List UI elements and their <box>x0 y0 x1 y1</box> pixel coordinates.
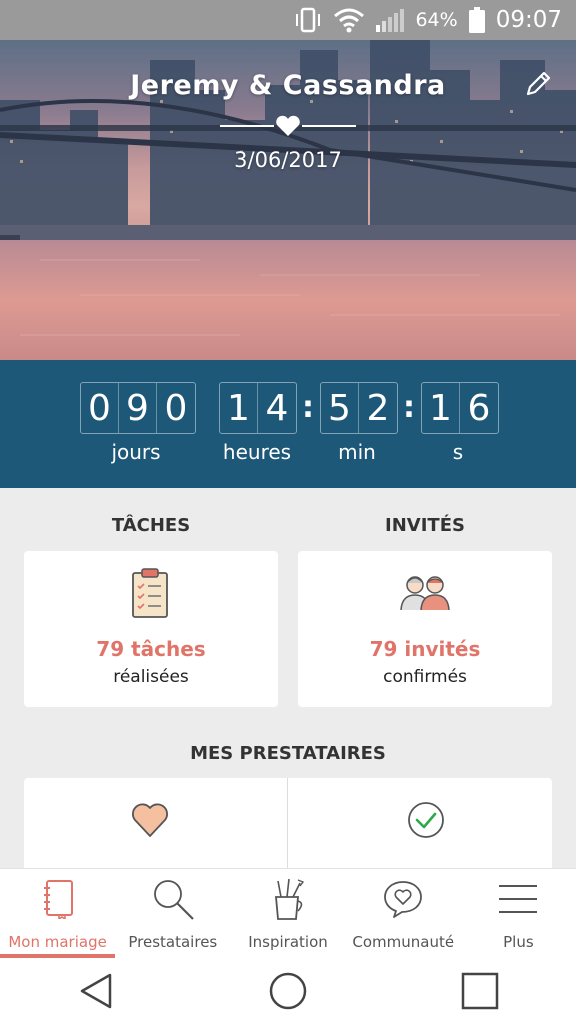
back-icon[interactable] <box>76 971 116 1011</box>
seconds-digits: 1 6 <box>421 382 499 434</box>
guests-card[interactable]: 79 invités confirmés <box>298 551 552 707</box>
guests-label: confirmés <box>383 667 467 687</box>
clipboard-checklist-icon <box>132 568 168 618</box>
menu-icon <box>499 885 538 913</box>
system-navigation-bar <box>0 958 576 1024</box>
hours-digit: 4 <box>265 387 289 429</box>
search-icon <box>153 880 194 920</box>
tasks-count: 79 tâches <box>96 637 206 661</box>
status-bar: 64% 09:07 <box>0 0 576 40</box>
wifi-icon <box>333 7 365 33</box>
edit-pencil-icon[interactable] <box>522 68 554 100</box>
wedding-date: 3/06/2017 <box>234 148 342 172</box>
hours-label: heures <box>222 440 292 464</box>
colon-separator: : <box>403 390 415 425</box>
battery-icon <box>468 6 486 34</box>
nav-label: Inspiration <box>248 933 328 951</box>
nav-item-inspiration[interactable]: Inspiration <box>230 869 345 958</box>
guests-count: 79 invités <box>369 637 481 661</box>
colon-separator: : <box>302 390 314 425</box>
vibrate-icon <box>293 6 323 34</box>
minutes-digits: 5 2 <box>320 382 398 434</box>
heart-chat-icon <box>384 881 423 918</box>
hero-banner: Jeremy & Cassandra 3/06/2017 <box>0 40 576 360</box>
booked-vendors-tile[interactable] <box>288 778 552 868</box>
days-label: jours <box>111 440 161 464</box>
notebook-icon <box>43 880 73 919</box>
recents-icon[interactable] <box>460 971 500 1011</box>
guests-heading: INVITÉS <box>385 515 465 536</box>
heart-icon <box>132 803 168 837</box>
vendors-heading: MES PRESTATAIRES <box>190 743 386 764</box>
tasks-label: réalisées <box>113 667 189 687</box>
clock: 09:07 <box>495 7 562 33</box>
seconds-digit: 6 <box>467 387 491 429</box>
battery-percent: 64% <box>415 9 458 31</box>
nav-label: Mon mariage <box>8 933 107 951</box>
days-digit: 0 <box>164 387 188 429</box>
minutes-digit: 2 <box>366 387 390 429</box>
home-icon[interactable] <box>268 971 308 1011</box>
countdown-panel: 0 9 0 1 4 : 5 2 : 1 6 jours heures min s <box>0 360 576 488</box>
nav-label: Communauté <box>352 933 455 951</box>
hours-digits: 1 4 <box>219 382 297 434</box>
vendors-card <box>24 778 552 868</box>
seconds-digit: 1 <box>422 383 460 433</box>
nav-item-prestataires[interactable]: Prestataires <box>115 869 230 958</box>
nav-item-communaute[interactable]: Communauté <box>346 869 461 958</box>
nav-item-mon-mariage[interactable]: Mon mariage <box>0 869 116 958</box>
check-circle-icon <box>408 802 444 838</box>
heart-divider-icon <box>220 115 356 136</box>
signal-icon <box>375 7 405 33</box>
hours-digit: 1 <box>220 383 258 433</box>
bottom-navigation: Mon mariage Prestataires Inspiration Com… <box>0 868 576 958</box>
pencil-cup-icon <box>275 878 305 920</box>
tasks-card[interactable]: 79 tâches réalisées <box>24 551 278 707</box>
days-digit: 0 <box>81 383 119 433</box>
days-digit: 9 <box>119 383 157 433</box>
minutes-label: min <box>338 440 376 464</box>
days-digits: 0 9 0 <box>80 382 196 434</box>
tasks-heading: TÂCHES <box>111 515 191 536</box>
couple-names: Jeremy & Cassandra <box>130 70 446 101</box>
minutes-digit: 5 <box>321 383 359 433</box>
couple-guests-icon <box>400 576 450 611</box>
seconds-label: s <box>452 440 464 464</box>
nav-label: Plus <box>503 933 534 951</box>
favorite-vendors-tile[interactable] <box>24 778 287 868</box>
nav-item-plus[interactable]: Plus <box>461 869 576 958</box>
nav-label: Prestataires <box>128 933 218 951</box>
